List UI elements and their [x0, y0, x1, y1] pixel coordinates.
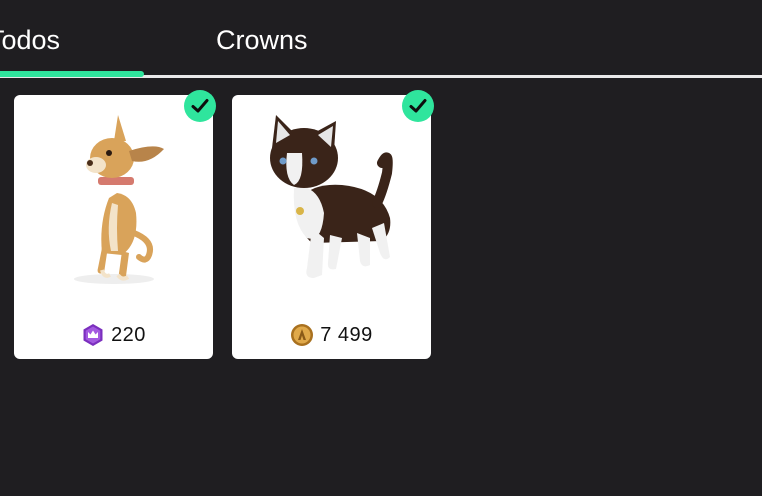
tab-bar: Todos Crowns	[0, 0, 762, 80]
shop-page: Todos Crowns	[0, 0, 762, 496]
item-card-chihuahua[interactable]: 220	[14, 90, 216, 359]
owned-check-icon	[402, 90, 434, 122]
crown-currency-icon	[83, 324, 103, 346]
price-row: 7 499	[232, 321, 431, 349]
price-row: 220	[14, 321, 213, 349]
tab-crowns[interactable]: Crowns	[216, 22, 308, 58]
item-price: 7 499	[320, 323, 373, 346]
item-card-cat[interactable]: 7 499	[232, 90, 434, 359]
tab-todos[interactable]: Todos	[0, 22, 60, 58]
item-price: 220	[111, 323, 146, 346]
owned-check-icon	[184, 90, 216, 122]
active-tab-indicator	[0, 71, 144, 77]
black-white-cat-icon	[270, 115, 393, 278]
coin-currency-icon	[291, 324, 314, 346]
chihuahua-dog-icon	[74, 115, 164, 284]
